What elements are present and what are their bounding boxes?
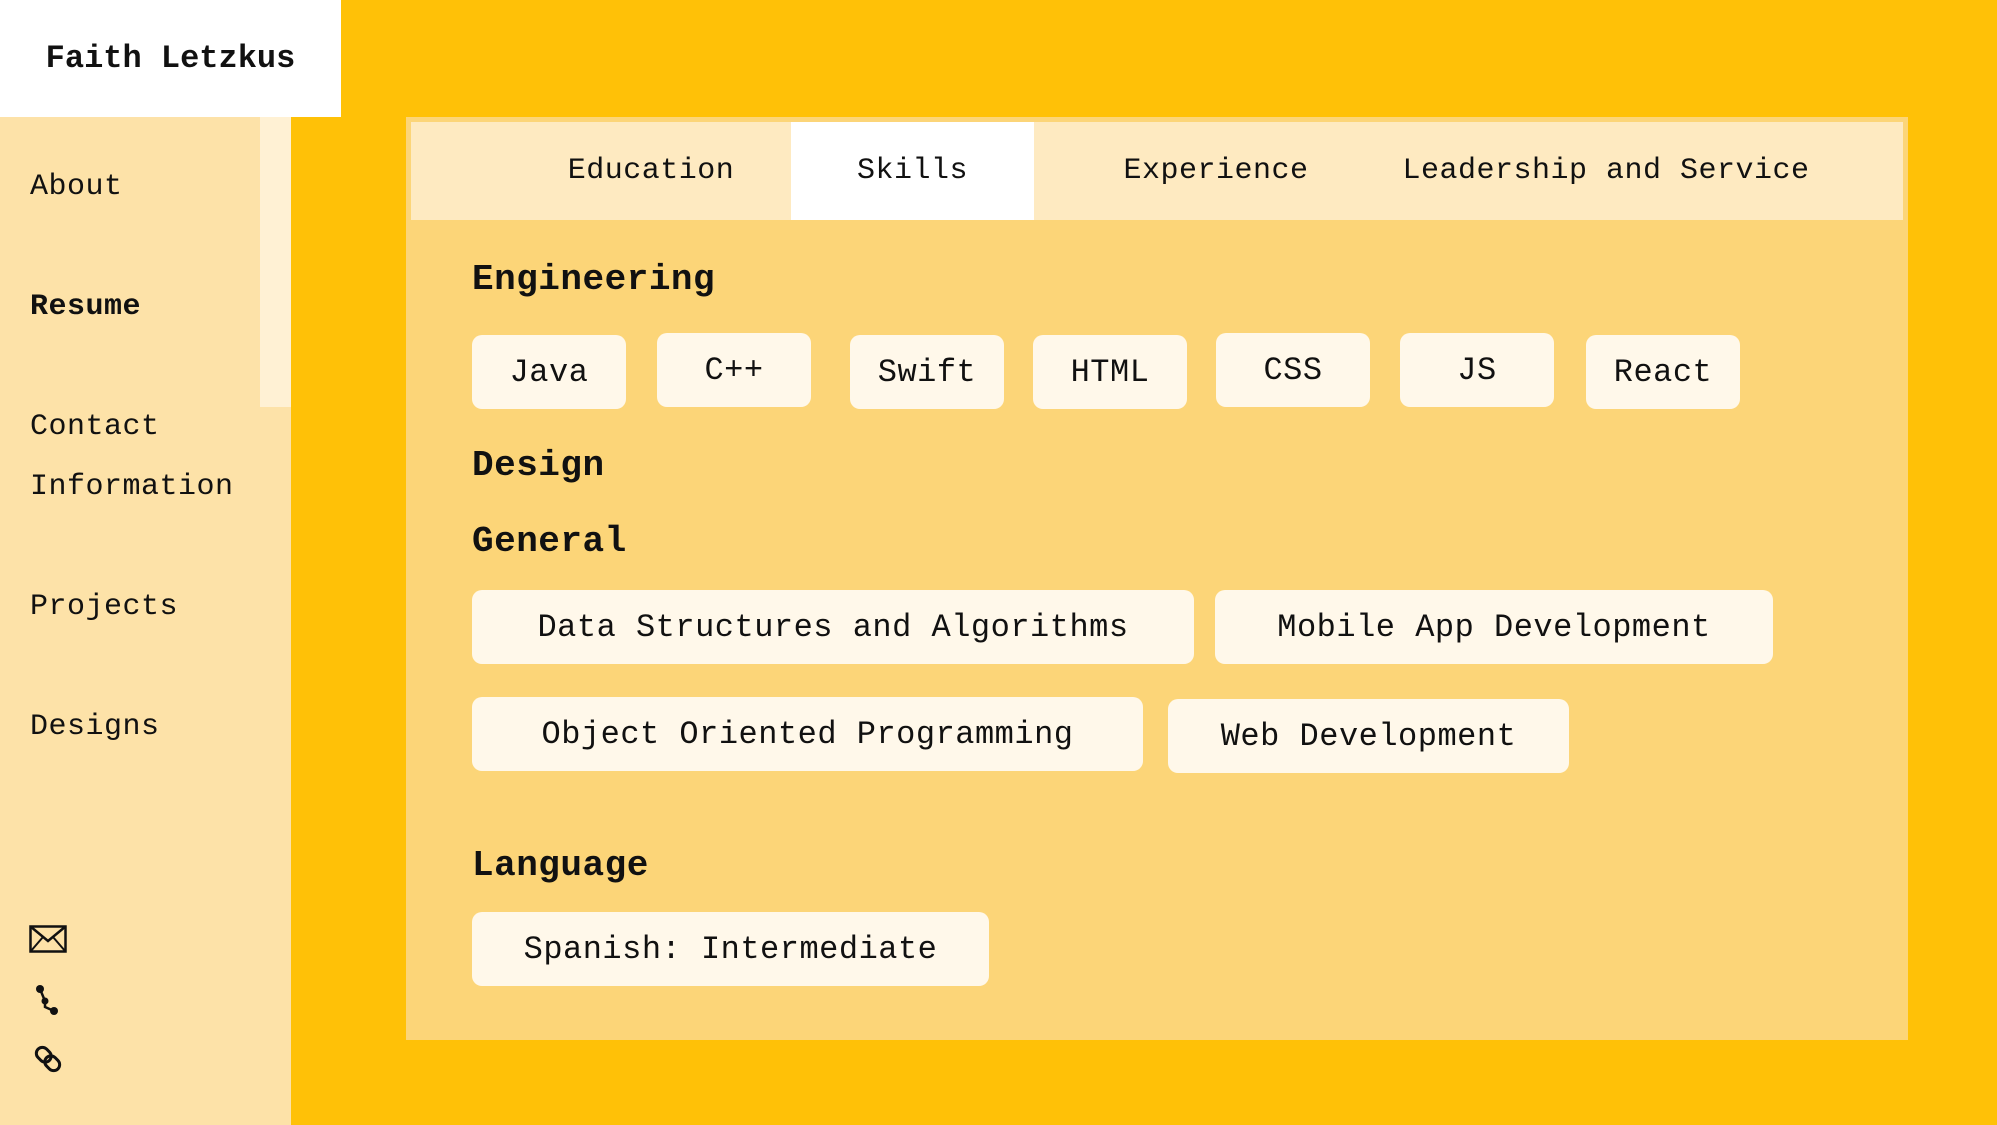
skill-chip: CSS bbox=[1216, 333, 1370, 407]
sidebar-item-resume[interactable]: Resume bbox=[30, 277, 141, 337]
section-title-general: General bbox=[472, 521, 627, 562]
skill-chip: C++ bbox=[657, 333, 811, 407]
tab-leadership-and-service[interactable]: Leadership and Service bbox=[1371, 122, 1841, 220]
sidebar-active-indicator bbox=[260, 117, 291, 407]
skill-chip: React bbox=[1586, 335, 1740, 409]
git-branch-icon[interactable] bbox=[28, 983, 68, 1017]
mail-icon[interactable] bbox=[28, 922, 68, 956]
sidebar-nav: About Resume Contact Information Project… bbox=[0, 117, 291, 1125]
sidebar-item-contact-information[interactable]: Contact Information bbox=[30, 397, 270, 517]
tab-experience[interactable]: Experience bbox=[1076, 122, 1356, 220]
tab-education[interactable]: Education bbox=[506, 122, 796, 220]
skill-chip: Data Structures and Algorithms bbox=[472, 590, 1194, 664]
resume-tab-bar: Education Skills Experience Leadership a… bbox=[411, 122, 1903, 220]
skill-chip: JS bbox=[1400, 333, 1554, 407]
skill-chip: Mobile App Development bbox=[1215, 590, 1773, 664]
skill-chip: Spanish: Intermediate bbox=[472, 912, 989, 986]
tab-skills[interactable]: Skills bbox=[791, 122, 1034, 220]
section-title-design: Design bbox=[472, 445, 605, 486]
section-title-language: Language bbox=[472, 845, 649, 886]
skill-chip: Swift bbox=[850, 335, 1004, 409]
skill-chip: Web Development bbox=[1168, 699, 1569, 773]
site-title[interactable]: Faith Letzkus bbox=[0, 0, 341, 117]
link-icon[interactable] bbox=[28, 1042, 68, 1076]
skill-chip: Java bbox=[472, 335, 626, 409]
sidebar-item-about[interactable]: About bbox=[30, 157, 123, 217]
resume-panel: Education Skills Experience Leadership a… bbox=[406, 117, 1908, 1040]
skill-chip: HTML bbox=[1033, 335, 1187, 409]
section-title-engineering: Engineering bbox=[472, 259, 716, 300]
sidebar-item-projects[interactable]: Projects bbox=[30, 577, 178, 637]
sidebar-item-designs[interactable]: Designs bbox=[30, 697, 160, 757]
skill-chip: Object Oriented Programming bbox=[472, 697, 1143, 771]
